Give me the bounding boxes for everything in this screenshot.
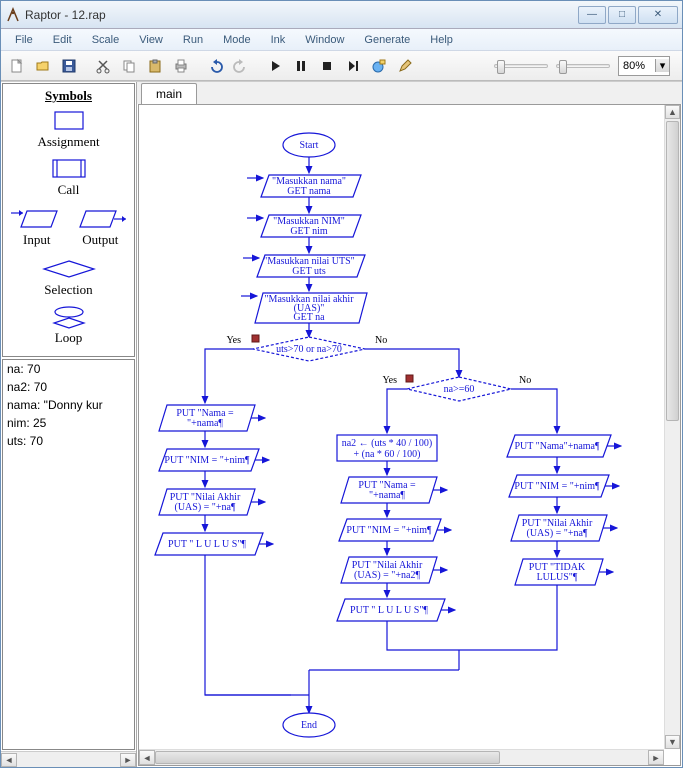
symbol-assignment[interactable]: Assignment [5,108,132,150]
vscroll-thumb[interactable] [666,121,679,421]
variable-row[interactable]: na2: 70 [3,378,134,396]
play-button[interactable] [263,54,287,78]
menu-scale[interactable]: Scale [84,32,128,48]
variable-row[interactable]: uts: 70 [3,432,134,450]
zoom-group: 80% ▾ [494,56,678,76]
window-title: Raptor - 12.rap [25,8,578,22]
menu-ink[interactable]: Ink [263,32,294,48]
copy-button[interactable] [117,54,141,78]
svg-text:No: No [519,375,531,386]
canvas-vscroll[interactable]: ▲ ▼ [664,105,680,749]
svg-text:GET na: GET na [293,312,325,323]
flowchart-svg: Start "Masukkan nama" GET nama "Masukkan… [139,105,669,765]
svg-text:PUT " L U L U S"¶: PUT " L U L U S"¶ [350,605,428,616]
symbol-loop[interactable]: Loop [5,304,132,346]
menu-edit[interactable]: Edit [45,32,80,48]
close-button[interactable]: ✕ [638,6,678,24]
svg-text:PUT "NIM = "+nim¶: PUT "NIM = "+nim¶ [346,525,432,536]
minimize-button[interactable]: — [578,6,606,24]
symbol-output[interactable]: Output [69,206,133,248]
pen-button[interactable] [393,54,417,78]
svg-text:(UAS) = "+na¶: (UAS) = "+na¶ [175,502,236,513]
scroll-right-icon[interactable]: ► [120,753,136,767]
svg-text:PUT "NIM = "+nim¶: PUT "NIM = "+nim¶ [164,455,250,466]
svg-text:Start: Start [300,140,319,151]
app-icon [5,7,21,23]
svg-text:Yes: Yes [382,375,397,386]
slider-thumb[interactable] [559,60,567,74]
variable-row[interactable]: na: 70 [3,360,134,378]
menu-view[interactable]: View [131,32,171,48]
svg-text:LULUS"¶: LULUS"¶ [537,572,578,583]
main-area: main Start "Masukkan nama" GET nama [137,82,682,767]
menu-mode[interactable]: Mode [215,32,259,48]
flowchart-canvas[interactable]: Start "Masukkan nama" GET nama "Masukkan… [138,104,681,766]
tabbar: main [137,82,682,104]
svg-text:GET nim: GET nim [290,226,328,237]
undo-button[interactable] [203,54,227,78]
svg-text:PUT " L U L U S"¶: PUT " L U L U S"¶ [168,539,246,550]
cut-button[interactable] [91,54,115,78]
svg-text:GET nama: GET nama [287,186,331,197]
svg-text:na>=60: na>=60 [444,384,475,395]
menu-generate[interactable]: Generate [356,32,418,48]
stop-button[interactable] [315,54,339,78]
symbol-palette: Symbols Assignment Call Input [2,83,135,357]
scroll-right-icon[interactable]: ► [648,750,664,765]
scroll-left-icon[interactable]: ◄ [1,753,17,767]
variable-row[interactable]: nim: 25 [3,414,134,432]
chevron-down-icon[interactable]: ▾ [655,59,669,72]
menu-window[interactable]: Window [297,32,352,48]
palette-title: Symbols [5,88,132,104]
print-button[interactable] [169,54,193,78]
svg-text:Yes: Yes [226,335,241,346]
sidebar-hscroll[interactable]: ◄ ► [1,751,136,767]
titlebar[interactable]: Raptor - 12.rap — □ ✕ [1,1,682,29]
app-window: Raptor - 12.rap — □ ✕ File Edit Scale Vi… [0,0,683,768]
tab-main[interactable]: main [141,83,197,104]
speed-slider-1[interactable] [494,64,548,68]
svg-text:(UAS) = "+na2¶: (UAS) = "+na2¶ [354,570,420,581]
svg-text:uts>70 or na>70: uts>70 or na>70 [276,344,342,355]
canvas-hscroll[interactable]: ◄ ► [139,749,664,765]
pause-button[interactable] [289,54,313,78]
scroll-up-icon[interactable]: ▲ [665,105,680,119]
new-button[interactable] [5,54,29,78]
paste-button[interactable] [143,54,167,78]
symbol-selection[interactable]: Selection [5,256,132,298]
zoom-value: 80% [619,60,655,72]
svg-text:PUT "NIM = "+nim¶: PUT "NIM = "+nim¶ [514,481,600,492]
svg-text:na2 ← (uts * 40 / 100): na2 ← (uts * 40 / 100) [342,438,433,449]
menubar: File Edit Scale View Run Mode Ink Window… [1,29,682,51]
scroll-down-icon[interactable]: ▼ [665,735,680,749]
variable-row[interactable]: nama: "Donny kur [3,396,134,414]
svg-text:No: No [375,335,387,346]
svg-text:+ (na * 60 / 100): + (na * 60 / 100) [353,449,420,460]
variable-list[interactable]: na: 70 na2: 70 nama: "Donny kur nim: 25 … [2,359,135,750]
svg-text:End: End [301,720,317,731]
scroll-left-icon[interactable]: ◄ [139,750,155,765]
breakpoint-button[interactable] [367,54,391,78]
toolbar: 80% ▾ [1,51,682,81]
redo-button[interactable] [229,54,253,78]
slider-thumb[interactable] [497,60,505,74]
open-button[interactable] [31,54,55,78]
zoom-select[interactable]: 80% ▾ [618,56,670,76]
svg-text:(UAS) = "+na¶: (UAS) = "+na¶ [527,528,588,539]
speed-slider-2[interactable] [556,64,610,68]
menu-run[interactable]: Run [175,32,211,48]
svg-text:GET uts: GET uts [292,266,326,277]
symbol-call[interactable]: Call [5,156,132,198]
save-button[interactable] [57,54,81,78]
step-button[interactable] [341,54,365,78]
sidebar: Symbols Assignment Call Input [1,82,137,767]
svg-text:"+nama¶: "+nama¶ [187,418,223,429]
menu-file[interactable]: File [7,32,41,48]
hscroll-thumb[interactable] [155,751,500,764]
svg-text:PUT "Nama"+nama¶: PUT "Nama"+nama¶ [514,441,600,452]
maximize-button[interactable]: □ [608,6,636,24]
menu-help[interactable]: Help [422,32,461,48]
symbol-input[interactable]: Input [5,206,69,248]
svg-text:"+nama¶: "+nama¶ [369,490,405,501]
